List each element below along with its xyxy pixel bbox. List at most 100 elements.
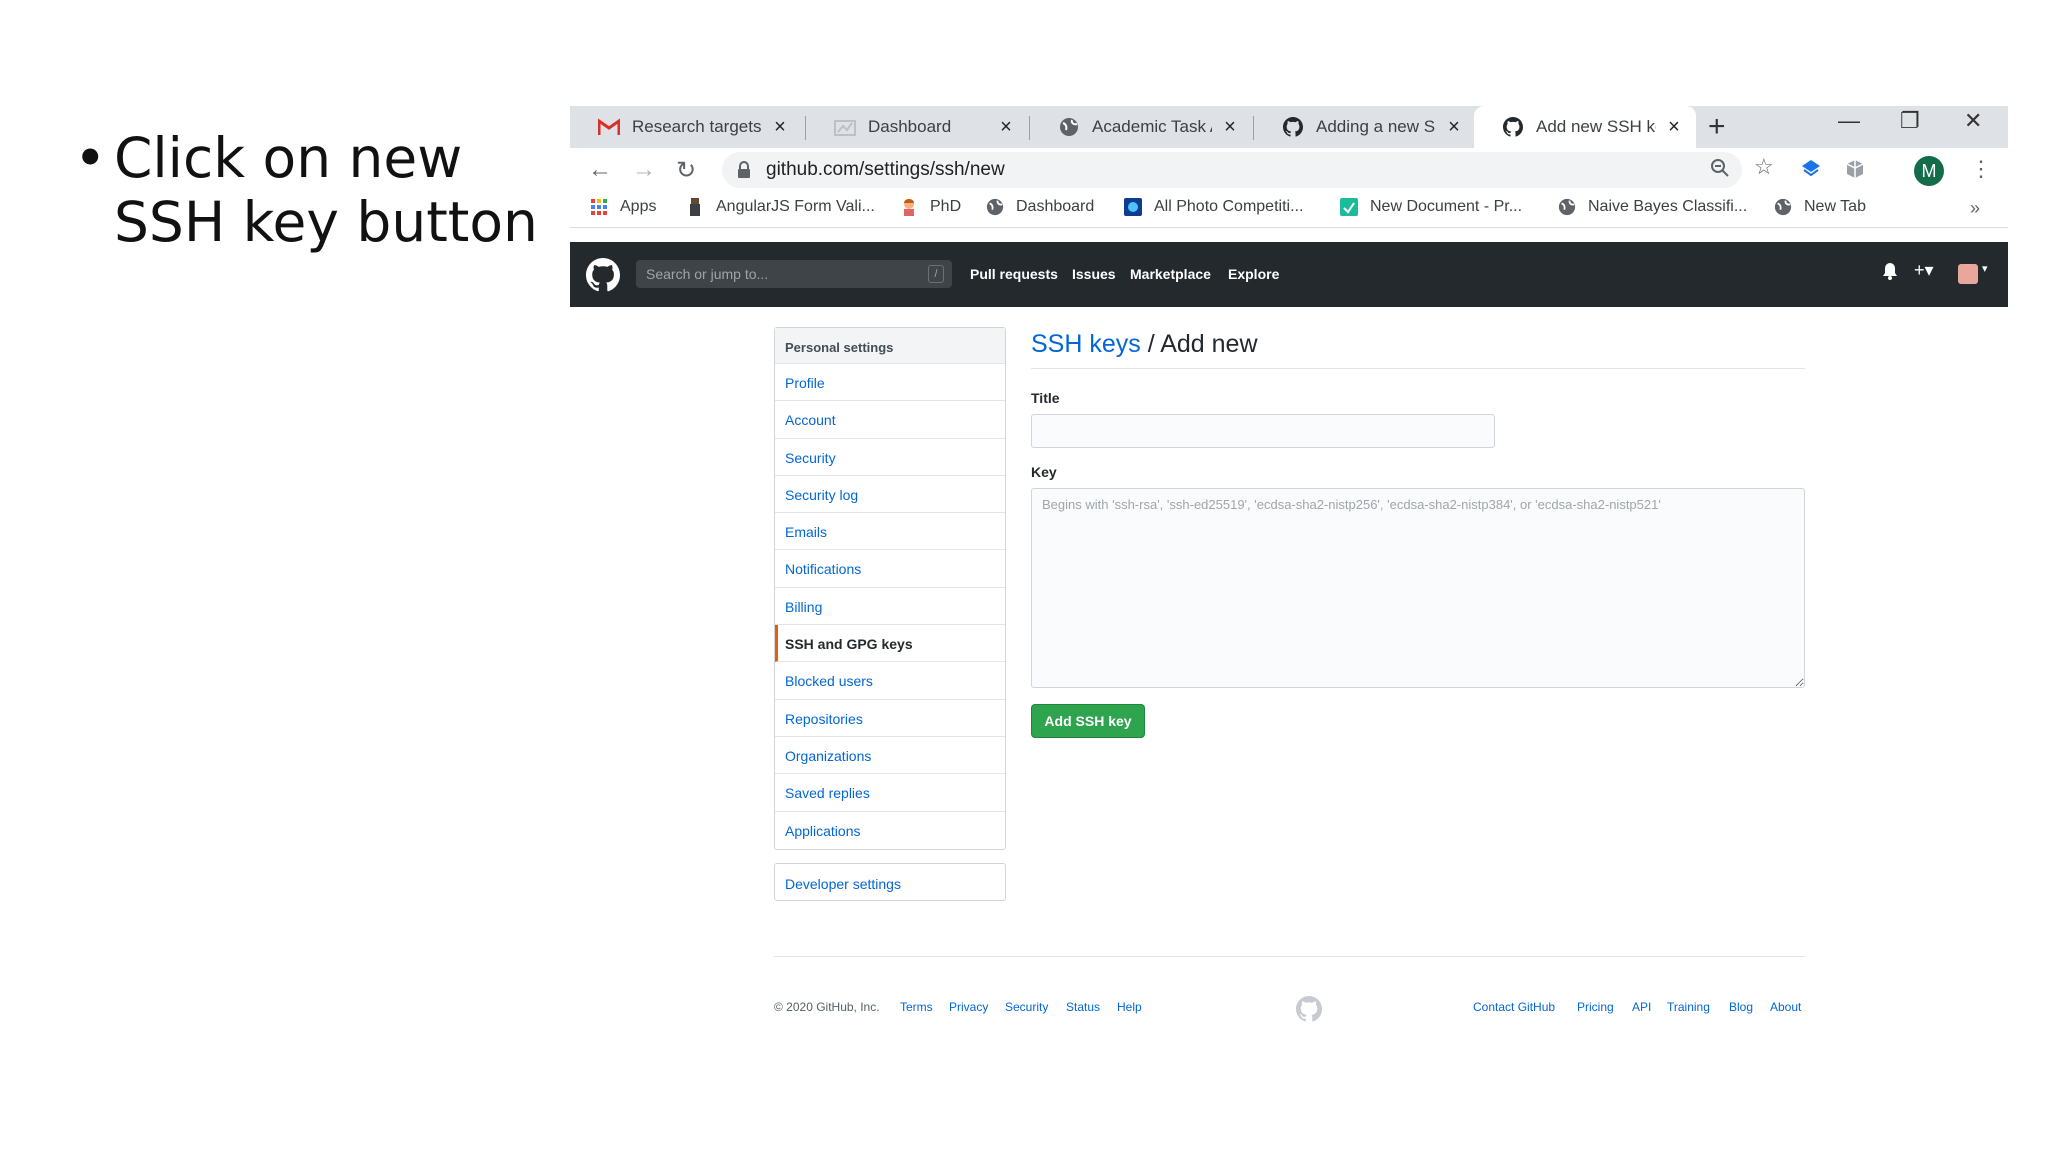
address-bar[interactable]: github.com/settings/ssh/new	[722, 152, 1742, 188]
sidebar-item-blocked-users[interactable]: Blocked users	[775, 662, 1005, 700]
sidebar-item-account[interactable]: Account	[775, 401, 1005, 439]
person-icon	[900, 198, 918, 216]
github-footer-logo-icon[interactable]	[1296, 996, 1322, 1022]
photo-icon	[1124, 198, 1142, 216]
sidebar-item-organizations[interactable]: Organizations	[775, 737, 1005, 775]
lock-icon	[738, 161, 750, 178]
tab-title: Dashboard	[868, 117, 952, 136]
tab-research-targets[interactable]: Research targets f ×	[570, 106, 802, 148]
restore-button[interactable]: ❐	[1900, 108, 1920, 134]
title-divider	[1031, 368, 1805, 369]
footer-link-blog[interactable]: Blog	[1729, 1000, 1753, 1014]
new-tab-button[interactable]: +	[1708, 110, 1726, 144]
sidebar-item-security[interactable]: Security	[775, 439, 1005, 476]
bullet-marker: •	[74, 126, 107, 190]
sidebar-item-ssh-gpg-keys[interactable]: SSH and GPG keys	[775, 625, 1005, 663]
bookmark-label: AngularJS Form Vali...	[716, 198, 875, 215]
bookmark-dashboard[interactable]: Dashboard	[986, 198, 1094, 216]
create-new-dropdown[interactable]: +▾	[1914, 260, 1934, 281]
bookmark-star-icon[interactable]: ☆	[1754, 154, 1774, 180]
sidebar-item-applications[interactable]: Applications	[775, 812, 1005, 849]
footer-link-terms[interactable]: Terms	[900, 1000, 933, 1014]
tab-strip: Research targets f × Dashboard × Academi…	[570, 106, 2008, 148]
tab-academic-task[interactable]: Academic Task All ×	[1030, 106, 1252, 148]
bookmark-label: New Tab	[1804, 198, 1866, 215]
tab-adding-ssh[interactable]: Adding a new SSH ×	[1254, 106, 1476, 148]
footer-link-pricing[interactable]: Pricing	[1577, 1000, 1614, 1014]
zoom-icon[interactable]	[1710, 158, 1730, 184]
menu-kebab-icon[interactable]: ⋮	[1970, 156, 1992, 182]
bookmarks-overflow-button[interactable]: »	[1970, 198, 1980, 219]
footer-link-contact[interactable]: Contact GitHub	[1473, 1000, 1555, 1014]
tab-title: Adding a new SSH	[1316, 117, 1436, 136]
bookmark-label: Dashboard	[1016, 198, 1095, 215]
key-textarea[interactable]	[1031, 488, 1805, 688]
extension-icon[interactable]	[1800, 158, 1822, 184]
search-placeholder: Search or jump to...	[646, 266, 769, 282]
github-search-input[interactable]: Search or jump to... /	[636, 260, 952, 288]
bookmark-new-document[interactable]: New Document - Pr...	[1340, 198, 1522, 216]
github-logo-icon[interactable]	[586, 258, 620, 292]
bookmark-label: PhD	[930, 198, 962, 215]
browser-toolbar: ← → ↻ github.com/settings/ssh/new ☆ M ⋮	[570, 148, 2008, 192]
chevron-down-icon[interactable]: ▾	[1982, 262, 1988, 275]
globe-icon	[1058, 116, 1080, 138]
breadcrumb-current: / Add new	[1140, 330, 1258, 358]
bookmark-angularjs[interactable]: AngularJS Form Vali...	[686, 198, 875, 216]
notification-bell-icon[interactable]	[1882, 262, 1898, 285]
bookmark-label: Apps	[620, 198, 657, 215]
footer-link-status[interactable]: Status	[1066, 1000, 1100, 1014]
profile-avatar[interactable]: M	[1914, 156, 1944, 186]
sidebar-item-saved-replies[interactable]: Saved replies	[775, 774, 1005, 812]
minimize-button[interactable]: —	[1838, 108, 1860, 134]
globe-icon	[986, 198, 1004, 216]
bookmark-photo-competitions[interactable]: All Photo Competiti...	[1124, 198, 1303, 216]
bookmark-naive-bayes[interactable]: Naive Bayes Classifi...	[1558, 198, 1747, 216]
extension-cube-icon[interactable]	[1844, 158, 1866, 186]
footer-link-about[interactable]: About	[1770, 1000, 1801, 1014]
breadcrumb-ssh-keys-link[interactable]: SSH keys	[1031, 330, 1141, 358]
angular-icon	[686, 198, 704, 216]
close-icon[interactable]: ×	[770, 116, 790, 139]
close-icon[interactable]: ×	[1664, 116, 1684, 139]
window-close-button[interactable]: ✕	[1964, 108, 1982, 134]
back-button[interactable]: ←	[588, 156, 612, 184]
key-label: Key	[1031, 464, 1057, 480]
close-icon[interactable]: ×	[996, 116, 1016, 139]
close-icon[interactable]: ×	[1220, 116, 1240, 139]
footer-copyright: © 2020 GitHub, Inc.	[774, 1000, 880, 1014]
bookmark-phd[interactable]: PhD	[900, 198, 961, 216]
sidebar-item-developer-settings[interactable]: Developer settings	[774, 863, 1006, 901]
forward-button[interactable]: →	[632, 156, 656, 184]
bookmark-label: All Photo Competiti...	[1154, 198, 1304, 215]
reload-button[interactable]: ↻	[676, 156, 696, 185]
footer-link-training[interactable]: Training	[1667, 1000, 1710, 1014]
user-avatar[interactable]	[1958, 264, 1978, 284]
dashboard-icon	[834, 116, 856, 138]
footer-link-security[interactable]: Security	[1005, 1000, 1048, 1014]
browser-window: Research targets f × Dashboard × Academi…	[570, 106, 2008, 1036]
sidebar-item-profile[interactable]: Profile	[775, 364, 1005, 402]
sidebar-item-security-log[interactable]: Security log	[775, 476, 1005, 514]
nav-issues[interactable]: Issues	[1072, 266, 1116, 282]
nav-pull-requests[interactable]: Pull requests	[970, 266, 1058, 282]
footer-link-help[interactable]: Help	[1117, 1000, 1142, 1014]
close-icon[interactable]: ×	[1444, 116, 1464, 139]
tab-add-new-ssh-key[interactable]: Add new SSH key ×	[1474, 106, 1696, 148]
footer-link-privacy[interactable]: Privacy	[949, 1000, 988, 1014]
nav-explore[interactable]: Explore	[1228, 266, 1279, 282]
footer-link-api[interactable]: API	[1632, 1000, 1651, 1014]
bookmark-apps[interactable]: Apps	[590, 198, 656, 216]
add-ssh-key-button[interactable]: Add SSH key	[1031, 704, 1145, 738]
sidebar-item-billing[interactable]: Billing	[775, 588, 1005, 626]
nav-marketplace[interactable]: Marketplace	[1130, 266, 1211, 282]
sidebar-item-repositories[interactable]: Repositories	[775, 700, 1005, 737]
tab-dashboard[interactable]: Dashboard ×	[806, 106, 1028, 148]
title-input[interactable]	[1031, 414, 1495, 448]
sidebar-item-notifications[interactable]: Notifications	[775, 550, 1005, 588]
gmail-icon	[598, 116, 620, 138]
sidebar-item-emails[interactable]: Emails	[775, 513, 1005, 551]
settings-sidebar: Personal settings Profile Account Securi…	[774, 327, 1006, 850]
bookmark-new-tab[interactable]: New Tab	[1774, 198, 1866, 216]
page-title: SSH keys / Add new	[1031, 330, 1258, 359]
